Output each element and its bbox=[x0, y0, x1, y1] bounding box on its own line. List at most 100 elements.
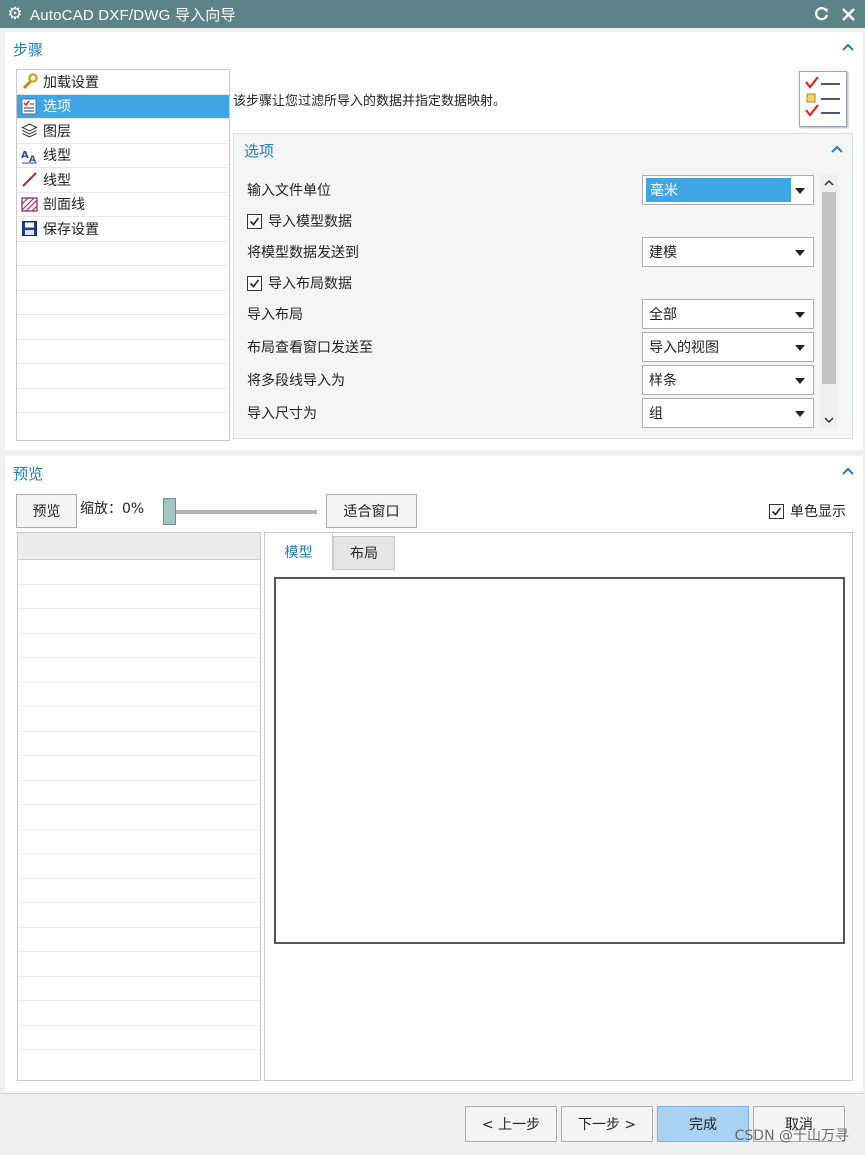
preview-layer-list bbox=[17, 532, 261, 1081]
import-layout-data-checkbox[interactable] bbox=[247, 275, 262, 291]
step-label: 图层 bbox=[43, 123, 71, 140]
step-item-load-settings[interactable]: 加载设置 bbox=[17, 70, 229, 95]
input-file-units-select[interactable]: 毫米 bbox=[642, 175, 814, 205]
step-item-layers[interactable]: 图层 bbox=[17, 119, 229, 144]
send-model-data-select[interactable]: 建模 bbox=[642, 237, 814, 267]
zoom-slider-track[interactable] bbox=[167, 510, 317, 514]
list-item bbox=[17, 242, 229, 266]
selected-value: 导入的视图 bbox=[649, 340, 719, 356]
selected-value: 样条 bbox=[649, 373, 677, 389]
selected-value: 组 bbox=[649, 406, 663, 422]
preview-canvas[interactable] bbox=[274, 577, 845, 944]
import-model-data-label: 导入模型数据 bbox=[268, 214, 352, 230]
import-layout-label: 导入布局 bbox=[247, 307, 303, 323]
list-item bbox=[18, 854, 260, 879]
list-item bbox=[18, 634, 260, 658]
import-layout-data-option: 导入布局数据 bbox=[247, 273, 352, 293]
step-item-linetype[interactable]: 线型 bbox=[17, 168, 229, 193]
step-label: 加载设置 bbox=[43, 74, 99, 91]
list-item bbox=[18, 1001, 260, 1026]
import-layout-data-row[interactable]: 导入布局数据 bbox=[244, 268, 820, 298]
polyline-select[interactable]: 样条 bbox=[642, 365, 814, 395]
layers-icon bbox=[20, 122, 38, 140]
fit-window-button[interactable]: 适合窗口 bbox=[326, 494, 417, 528]
list-item bbox=[17, 340, 229, 364]
zoom-slider-thumb[interactable] bbox=[163, 498, 176, 525]
input-file-units-label: 输入文件单位 bbox=[247, 183, 331, 199]
list-item bbox=[18, 707, 260, 732]
dimension-row: 导入尺寸为 组 bbox=[244, 398, 820, 428]
list-item bbox=[18, 585, 260, 609]
list-item bbox=[18, 756, 260, 781]
polyline-row: 将多段线导入为 样条 bbox=[244, 365, 820, 395]
list-item bbox=[18, 952, 260, 977]
step-item-options[interactable]: 选项 bbox=[17, 94, 229, 119]
preview-group-header[interactable]: 预览 bbox=[5, 456, 863, 488]
preview-tabs: 模型 布局 bbox=[264, 532, 853, 1081]
import-layout-select[interactable]: 全部 bbox=[642, 299, 814, 329]
scroll-up-icon[interactable] bbox=[820, 174, 838, 190]
import-model-data-checkbox[interactable] bbox=[247, 213, 262, 229]
scrollbar-thumb[interactable] bbox=[822, 192, 836, 384]
preview-button[interactable]: 预览 bbox=[16, 494, 77, 528]
checklist-icon bbox=[20, 97, 38, 115]
chevron-down-icon bbox=[795, 378, 805, 384]
scroll-down-icon[interactable] bbox=[820, 412, 838, 428]
close-icon[interactable] bbox=[835, 1, 861, 27]
list-item bbox=[17, 266, 229, 291]
step-description: 该步骤让您过滤所导入的数据并指定数据映射。 bbox=[233, 94, 507, 109]
step-label: 线型 bbox=[43, 148, 71, 165]
watermark: CSDN @千山万寻 bbox=[734, 1128, 849, 1144]
title-bar: ⚙ AutoCAD DXF/DWG 导入向导 bbox=[0, 0, 865, 28]
reset-icon[interactable] bbox=[809, 1, 835, 27]
list-item bbox=[17, 389, 229, 413]
window-title: AutoCAD DXF/DWG 导入向导 bbox=[30, 6, 236, 24]
selected-value: 全部 bbox=[649, 307, 677, 323]
list-item bbox=[18, 683, 260, 707]
input-file-units-row: 输入文件单位 毫米 bbox=[244, 175, 820, 205]
selected-value: 毫米 bbox=[646, 178, 791, 202]
gear-icon[interactable]: ⚙ bbox=[0, 4, 30, 24]
dimension-select[interactable]: 组 bbox=[642, 398, 814, 428]
monochrome-checkbox[interactable] bbox=[769, 503, 784, 519]
chevron-down-icon bbox=[795, 345, 805, 351]
list-item bbox=[18, 560, 260, 585]
list-item bbox=[17, 413, 229, 438]
layout-viewport-label: 布局查看窗口发送至 bbox=[247, 340, 373, 356]
monochrome-option[interactable]: 单色显示 bbox=[769, 501, 846, 521]
options-group-title: 选项 bbox=[244, 142, 275, 160]
list-item bbox=[18, 1026, 260, 1050]
collapse-icon[interactable] bbox=[841, 466, 855, 476]
import-model-data-row[interactable]: 导入模型数据 bbox=[244, 206, 820, 236]
zoom-label: 缩放：0% bbox=[80, 501, 145, 517]
step-item-text-style[interactable]: AA 线型 bbox=[17, 144, 229, 168]
back-button[interactable]: < 上一步 bbox=[465, 1106, 557, 1142]
options-form: 输入文件单位 毫米 导入模型数据 将模型数据发送到 建模 导入布局数据 导入布局… bbox=[244, 174, 820, 428]
chevron-down-icon bbox=[795, 250, 805, 256]
step-label: 剖面线 bbox=[43, 197, 85, 214]
list-item bbox=[18, 609, 260, 634]
collapse-icon[interactable] bbox=[841, 42, 855, 52]
list-item bbox=[18, 1050, 260, 1075]
hatch-icon bbox=[20, 195, 38, 213]
layout-viewport-select[interactable]: 导入的视图 bbox=[642, 332, 814, 362]
list-item bbox=[18, 781, 260, 805]
options-scrollbar[interactable] bbox=[820, 174, 838, 428]
steps-list: 加载设置 选项 图层 AA 线型 线型 剖面线 保存设置 bbox=[16, 69, 230, 441]
checklist-large-icon bbox=[799, 71, 847, 127]
step-item-save-settings[interactable]: 保存设置 bbox=[17, 217, 229, 242]
step-label: 保存设置 bbox=[43, 221, 99, 238]
chevron-down-icon bbox=[795, 188, 805, 194]
text-style-icon: AA bbox=[20, 146, 38, 164]
step-item-hatch[interactable]: 剖面线 bbox=[17, 193, 229, 217]
collapse-icon[interactable] bbox=[830, 144, 844, 154]
steps-group: 步骤 加载设置 选项 图层 AA 线型 线型 剖面线 保存设置 该步骤让您过滤所… bbox=[5, 32, 863, 450]
import-layout-data-label: 导入布局数据 bbox=[268, 276, 352, 292]
steps-group-title: 步骤 bbox=[13, 41, 44, 59]
next-button[interactable]: 下一步 > bbox=[561, 1106, 653, 1142]
list-item bbox=[17, 291, 229, 315]
steps-group-header[interactable]: 步骤 bbox=[5, 32, 863, 64]
import-model-data-option: 导入模型数据 bbox=[247, 211, 352, 231]
tab-layout[interactable]: 布局 bbox=[333, 536, 395, 570]
tab-model[interactable]: 模型 bbox=[265, 533, 333, 570]
